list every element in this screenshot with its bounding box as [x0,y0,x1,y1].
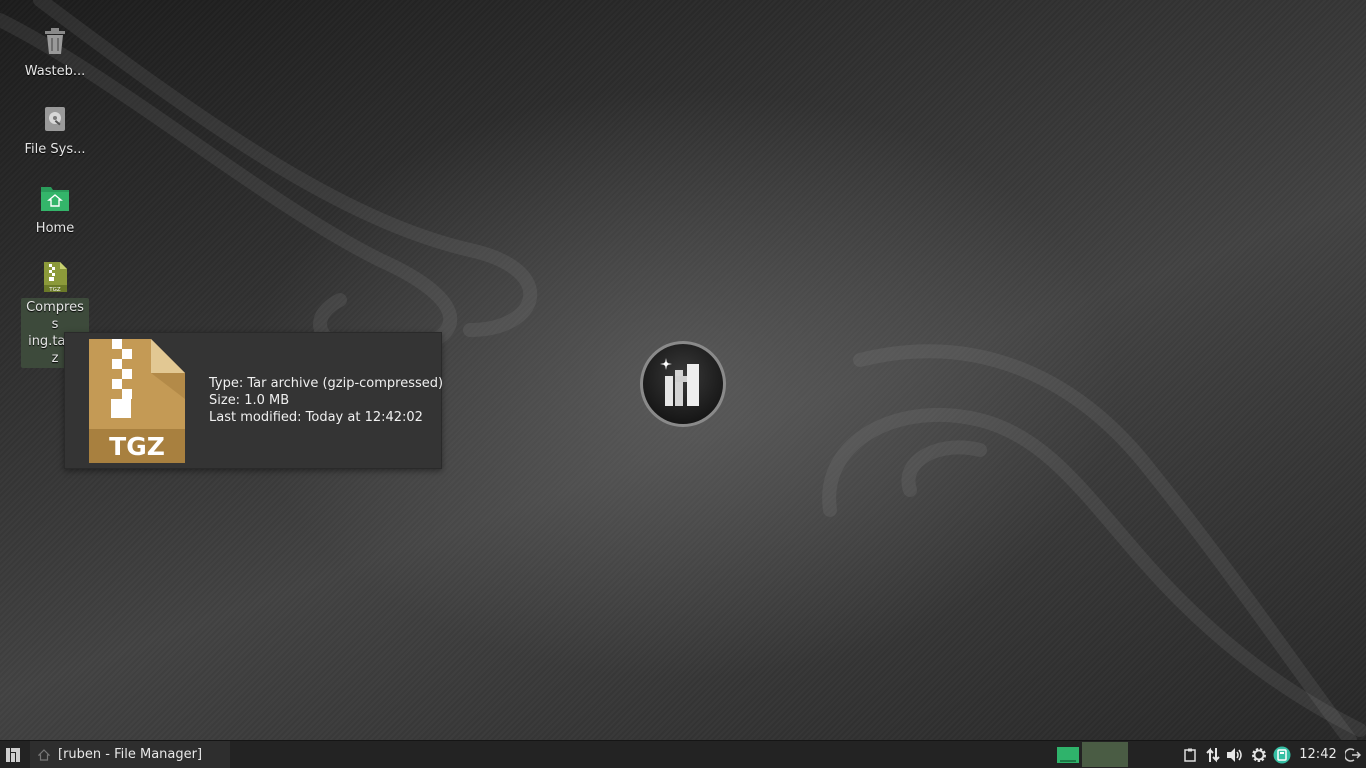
tooltip-type: Type: Tar archive (gzip-compressed) [209,376,444,391]
trash-icon [38,24,72,58]
home-folder-icon [38,181,72,215]
manjaro-logo [640,341,726,427]
update-icon [1273,746,1291,763]
desktop-icon-wastebasket[interactable]: Wasteb... [20,24,90,81]
file-tooltip: TGZ Type: Tar archive (gzip-compressed) … [64,332,443,469]
taskbar: [ruben - File Manager] 12:42 [0,740,1366,768]
desktop-icon-home[interactable]: Home [20,181,90,238]
network-icon [1206,747,1220,762]
svg-text:TGZ: TGZ [48,287,61,293]
tgz-archive-icon: TGZ [38,260,72,294]
tgz-icon-text: TGZ [109,432,165,461]
menu-button[interactable] [0,741,26,768]
tooltip-info: Type: Tar archive (gzip-compressed) Size… [209,375,443,426]
task-label: [ruben - File Manager] [58,747,203,762]
workspace-window-icon [1057,746,1079,763]
desktop-icon-label: Home [35,221,75,236]
volume-button[interactable] [1225,741,1245,768]
volume-icon [1227,747,1242,762]
network-button[interactable] [1203,741,1223,768]
logout-icon [1345,747,1361,762]
settings-button[interactable] [1249,741,1269,768]
workspace-2-active[interactable] [1082,742,1128,767]
clipboard-button[interactable] [1180,741,1200,768]
logout-button[interactable] [1343,741,1363,768]
workspace-3[interactable] [1130,741,1176,768]
desktop[interactable]: Wasteb... File Sys... Home TGZ Compress … [0,0,1366,740]
clock[interactable]: 12:42 [1298,741,1338,768]
desktop-icon-label: Wasteb... [24,64,86,79]
tooltip-size: Size: 1.0 MB [209,393,290,408]
home-icon [38,748,50,761]
workspace-1[interactable] [1057,741,1079,768]
tgz-archive-large-icon: TGZ [89,339,185,463]
manjaro-menu-icon [6,747,20,762]
settings-icon [1252,747,1266,762]
clipboard-icon [1184,748,1196,762]
update-button[interactable] [1272,741,1292,768]
desktop-icon-label: File Sys... [24,142,86,157]
taskbar-task-file-manager[interactable]: [ruben - File Manager] [30,741,230,768]
desktop-icon-file-system[interactable]: File Sys... [20,102,90,159]
drive-icon [38,102,72,136]
tooltip-modified: Last modified: Today at 12:42:02 [209,410,423,425]
